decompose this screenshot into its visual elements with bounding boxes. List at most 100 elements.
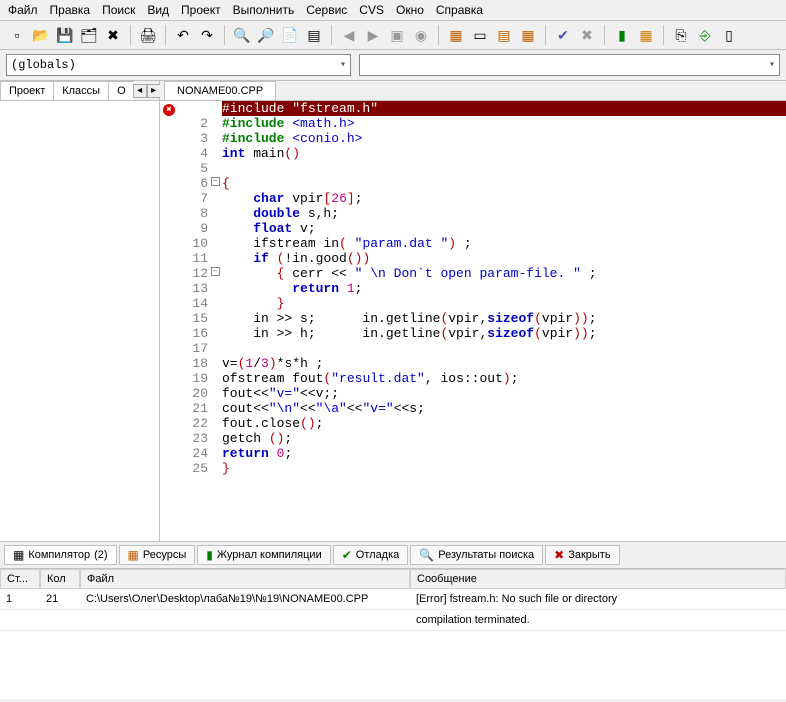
code-line[interactable]: 3#include <conio.h> (160, 131, 786, 146)
col-message[interactable]: Сообщение (410, 569, 786, 589)
col-file[interactable]: Файл (80, 569, 410, 589)
code-line[interactable]: 11 if (!in.good()) (160, 251, 786, 266)
tab-compiler[interactable]: ▦ Компилятор (2) (4, 545, 117, 565)
code-line[interactable]: 17 (160, 341, 786, 356)
code-line[interactable]: 6−{ (160, 176, 786, 191)
scope-row: (globals) ▾ ▾ (0, 50, 786, 81)
door1-icon[interactable]: ⎘ (670, 24, 692, 46)
menu-item[interactable]: Правка (50, 3, 91, 17)
tab-compile-log[interactable]: ▮ Журнал компиляции (197, 545, 331, 565)
col-col[interactable]: Кол (40, 569, 80, 589)
resources-icon: ▦ (128, 548, 139, 562)
chart2-icon[interactable]: ▦ (635, 24, 657, 46)
chevron-down-icon: ▾ (340, 59, 346, 71)
col-line[interactable]: Ст... (0, 569, 40, 589)
fold-icon[interactable]: − (211, 177, 220, 186)
scope-combo[interactable]: (globals) ▾ (6, 54, 351, 76)
code-editor[interactable]: ✖#include "fstream.h"2#include <math.h>3… (160, 101, 786, 541)
message-row[interactable]: compilation terminated. (0, 610, 786, 631)
member-combo[interactable]: ▾ (359, 54, 780, 76)
code-line[interactable]: 14 } (160, 296, 786, 311)
chart-icon[interactable]: ▮ (611, 24, 633, 46)
fold-icon[interactable]: − (211, 267, 220, 276)
scroll-left-icon[interactable]: ◂ (133, 84, 147, 98)
grid4-icon[interactable]: ▦ (517, 24, 539, 46)
compiler-messages: Ст... Кол Файл Сообщение 121C:\Users\Оле… (0, 569, 786, 699)
code-line[interactable]: 21cout<<"\n"<<"\a"<<"v="<<s; (160, 401, 786, 416)
grid3-icon[interactable]: ▤ (493, 24, 515, 46)
outdent-icon[interactable]: ◀ (338, 24, 360, 46)
cancel-icon[interactable]: ✖ (576, 24, 598, 46)
file-tabs: NONAME00.CPP (160, 81, 786, 101)
code-line[interactable]: 24return 0; (160, 446, 786, 461)
open-file-icon[interactable]: 📂 (30, 24, 52, 46)
code-line[interactable]: 19ofstream fout("result.dat", ios::out); (160, 371, 786, 386)
menu-item[interactable]: Поиск (102, 3, 135, 17)
door2-icon[interactable]: ⎆ (694, 24, 716, 46)
left-panel: Проект Классы О ◂ ▸ (0, 81, 160, 541)
tab-resources[interactable]: ▦ Ресурсы (119, 545, 196, 565)
cycle-icon[interactable]: ◉ (410, 24, 432, 46)
save-icon[interactable]: 💾 (54, 24, 76, 46)
tab-other[interactable]: О (108, 81, 134, 100)
goto-icon[interactable]: 📄 (279, 24, 301, 46)
indent-icon[interactable]: ▶ (362, 24, 384, 46)
menu-item[interactable]: Выполнить (233, 3, 295, 17)
error-icon: ✖ (163, 104, 175, 116)
code-line[interactable]: 10 ifstream in( "param.dat ") ; (160, 236, 786, 251)
code-line[interactable]: 2#include <math.h> (160, 116, 786, 131)
code-line[interactable]: 20fout<<"v="<<v;; (160, 386, 786, 401)
left-panel-content (0, 101, 159, 541)
print-icon[interactable]: 🖨 (137, 24, 159, 46)
code-line[interactable]: 22fout.close(); (160, 416, 786, 431)
code-line[interactable]: 15 in >> s; in.getline(vpir,sizeof(vpir)… (160, 311, 786, 326)
log-icon: ▮ (206, 548, 213, 562)
menu-item[interactable]: Вид (147, 3, 169, 17)
code-line[interactable]: 9 float v; (160, 221, 786, 236)
code-line[interactable]: 23getch (); (160, 431, 786, 446)
bookmark-icon[interactable]: ▤ (303, 24, 325, 46)
menu-item[interactable]: Проект (181, 3, 221, 17)
code-line[interactable]: ✖#include "fstream.h" (160, 101, 786, 116)
menu-item[interactable]: Справка (436, 3, 483, 17)
code-line[interactable]: 8 double s,h; (160, 206, 786, 221)
menu-item[interactable]: Окно (396, 3, 424, 17)
block-icon[interactable]: ▣ (386, 24, 408, 46)
file-tab[interactable]: NONAME00.CPP (164, 81, 276, 100)
redo-icon[interactable]: ↷ (196, 24, 218, 46)
scope-value: (globals) (11, 58, 76, 72)
new-file-icon[interactable]: ▫ (6, 24, 28, 46)
menu-item[interactable]: Сервис (306, 3, 347, 17)
tab-search-results[interactable]: 🔍 Результаты поиска (410, 545, 543, 565)
tab-project[interactable]: Проект (0, 81, 54, 100)
tab-debug[interactable]: ✔ Отладка (333, 545, 409, 565)
door3-icon[interactable]: ▯ (718, 24, 740, 46)
code-line[interactable]: 13 return 1; (160, 281, 786, 296)
code-line[interactable]: 12− { cerr << " \n Don`t open param-file… (160, 266, 786, 281)
undo-icon[interactable]: ↶ (172, 24, 194, 46)
tab-classes[interactable]: Классы (53, 81, 109, 100)
scroll-right-icon[interactable]: ▸ (147, 84, 161, 98)
code-line[interactable]: 4int main() (160, 146, 786, 161)
menu-bar: Файл Правка Поиск Вид Проект Выполнить Сервис C… (0, 0, 786, 21)
menu-item[interactable]: Файл (8, 3, 38, 17)
check-icon[interactable]: ✔ (552, 24, 574, 46)
code-line[interactable]: 16 in >> h; in.getline(vpir,sizeof(vpir)… (160, 326, 786, 341)
grid1-icon[interactable]: ▦ (445, 24, 467, 46)
message-row[interactable]: 121C:\Users\Олег\Desktop\лаба№19\№19\NON… (0, 589, 786, 610)
search-icon: 🔍 (419, 548, 434, 562)
replace-icon[interactable]: 🔎 (255, 24, 277, 46)
save-all-icon[interactable]: 🗂 (78, 24, 100, 46)
find-icon[interactable]: 🔍 (231, 24, 253, 46)
code-line[interactable]: 18v=(1/3)*s*h ; (160, 356, 786, 371)
editor-panel: NONAME00.CPP ✖#include "fstream.h"2#incl… (160, 81, 786, 541)
close-icon[interactable]: ✖ (102, 24, 124, 46)
bottom-tabs: ▦ Компилятор (2) ▦ Ресурсы ▮ Журнал комп… (0, 541, 786, 569)
code-line[interactable]: 7 char vpir[26]; (160, 191, 786, 206)
code-line[interactable]: 25} (160, 461, 786, 476)
tab-close[interactable]: ✖ Закрыть (545, 545, 619, 565)
code-line[interactable]: 5 (160, 161, 786, 176)
menu-item[interactable]: CVS (359, 3, 384, 17)
left-panel-tabs: Проект Классы О ◂ ▸ (0, 81, 159, 101)
grid2-icon[interactable]: ▭ (469, 24, 491, 46)
